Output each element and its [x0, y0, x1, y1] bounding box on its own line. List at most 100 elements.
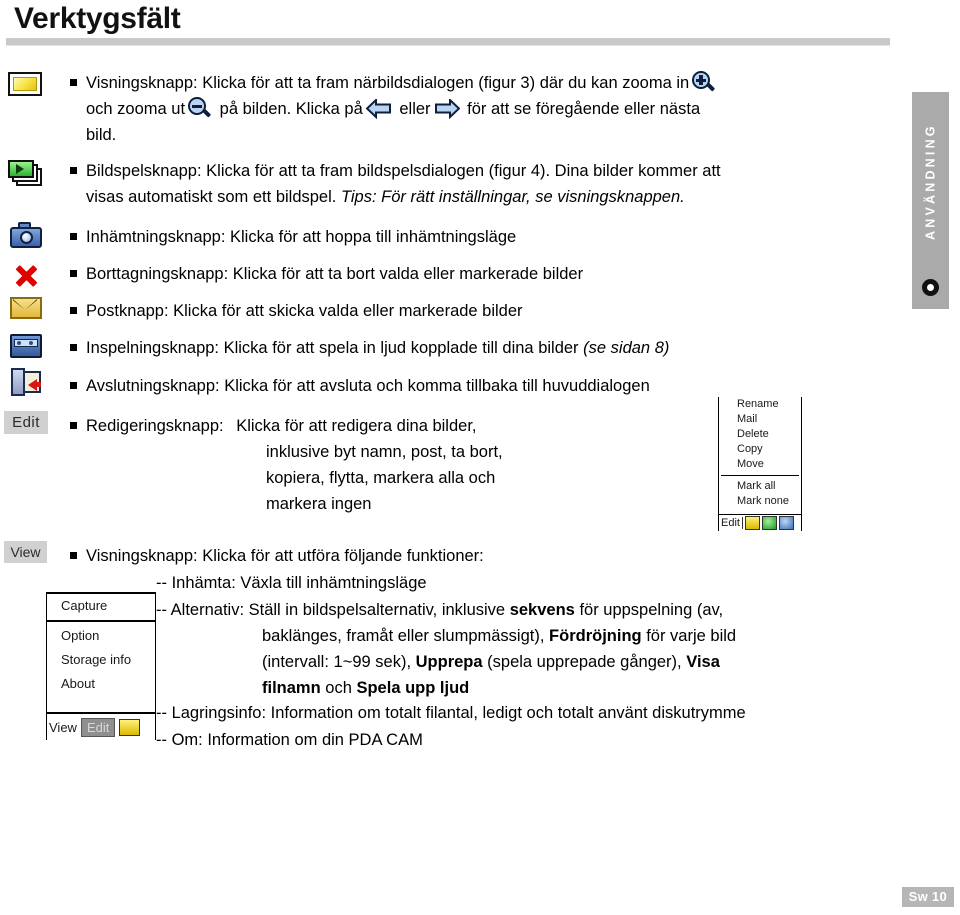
entry-view-menu-option-3b: Upprepa	[415, 653, 483, 671]
view-menu-item-capture[interactable]: Capture	[47, 594, 155, 618]
edit-menu-item-delete[interactable]: Delete	[719, 427, 801, 442]
entry-view-button: Visningsknapp: Klicka för att ta fram nä…	[70, 70, 890, 148]
edit-menu-toolbar: Edit	[719, 514, 801, 531]
camera-button-icon	[10, 222, 42, 248]
entry-view-menu-capture: -- Inhämta: Växla till inhämtningsläge	[156, 570, 946, 596]
entry-exit-button: Avslutningsknapp: Klicka för att avsluta…	[70, 373, 930, 399]
edit-button-icon-label: Edit	[4, 411, 48, 434]
view-context-menu-screenshot: Capture Option Storage info About View E…	[46, 592, 156, 740]
entry-view-menu-option: -- Alternativ: Ställ in bildspelsalterna…	[156, 597, 946, 701]
view-menu-item-storage-info[interactable]: Storage info	[47, 648, 155, 672]
edit-button-icon: Edit	[4, 411, 48, 434]
entry-view-button-text-2c: eller	[399, 100, 431, 118]
section-tab-dot-icon	[922, 279, 939, 296]
record-button-icon	[10, 334, 42, 358]
exit-button-icon	[11, 368, 41, 396]
edit-menu-item-mark-none[interactable]: Mark none	[719, 494, 801, 509]
edit-menu-item-rename[interactable]: Rename	[719, 397, 801, 412]
entry-slideshow-button-lead: Bildspelsknapp:	[86, 162, 202, 180]
entry-mail-button-text: Postknapp: Klicka för att skicka valda e…	[86, 302, 523, 320]
entry-view-button-text-2b: på bilden. Klicka på	[219, 100, 363, 118]
view-menu-item-option[interactable]: Option	[47, 624, 155, 648]
entry-view-button-text-3: bild.	[86, 126, 117, 144]
slideshow-button-icon	[8, 160, 42, 186]
view-menu-button-icon-label: View	[4, 541, 47, 563]
entry-view-menu-option-2c: för varje bild	[646, 627, 737, 645]
entry-view-menu-capture-text: -- Inhämta: Växla till inhämtningsläge	[156, 574, 427, 592]
next-arrow-icon	[434, 99, 460, 119]
edit-menu-item-mark-all[interactable]: Mark all	[719, 479, 801, 494]
entry-view-menu-option-2a: baklänges, framåt eller slumpmässigt),	[262, 627, 545, 645]
edit-menu-item-copy[interactable]: Copy	[719, 442, 801, 457]
entry-view-menu-option-3a: (intervall: 1~99 sek),	[262, 653, 412, 671]
toolbar-view-icon[interactable]	[744, 516, 760, 530]
entry-view-button-text-2a: och zooma ut	[86, 100, 186, 118]
entry-exit-button-text: Avslutningsknapp: Klicka för att avsluta…	[86, 377, 650, 395]
entry-view-menu-option-4c: Spela upp ljud	[356, 679, 470, 697]
entry-view-menu-option-1b: sekvens	[509, 601, 575, 619]
view-menu-toolbar: View Edit	[47, 712, 155, 740]
entry-edit-button-lead: Redigeringsknapp:	[86, 417, 224, 435]
entry-view-menu-option-2b: Fördröjning	[549, 627, 642, 645]
zoom-out-icon	[187, 97, 213, 121]
entry-capture-button-text: Inhämtningsknapp: Klicka för att hoppa t…	[86, 228, 517, 246]
entry-delete-button-text: Borttagningsknapp: Klicka för att ta bor…	[86, 265, 584, 283]
bullet-icon	[70, 270, 77, 277]
entry-slideshow-button-tip: Tips: För rätt inställningar, se visning…	[340, 188, 685, 206]
bullet-icon	[70, 422, 77, 429]
entry-record-button: Inspelningsknapp: Klicka för att spela i…	[70, 335, 930, 361]
entry-view-menu-storage-text: -- Lagringsinfo: Information om totalt f…	[156, 704, 746, 722]
bullet-icon	[70, 552, 77, 559]
mail-button-icon	[10, 297, 42, 319]
entry-edit-button-line-1: Klicka för att redigera dina bilder,	[236, 417, 477, 435]
entry-record-button-page-ref: (se sidan 8)	[583, 339, 670, 357]
entry-mail-button: Postknapp: Klicka för att skicka valda e…	[70, 298, 920, 324]
view-menu-toolbar-view-icon[interactable]	[119, 718, 141, 736]
view-button-icon	[8, 72, 42, 96]
view-menu-toolbar-view-label[interactable]: View	[47, 720, 81, 735]
entry-view-button-text-2d: för att se föregående eller nästa	[467, 100, 701, 118]
entry-view-menu-about-text: -- Om: Information om din PDA CAM	[156, 731, 423, 749]
entry-view-button-lead: Visningsknapp:	[86, 74, 198, 92]
entry-delete-button: Borttagningsknapp: Klicka för att ta bor…	[70, 261, 920, 287]
delete-button-icon	[12, 262, 40, 288]
entry-edit-button-line-4: markera ingen	[266, 495, 372, 513]
entry-view-button-text-1: Klicka för att ta fram närbildsdialogen …	[202, 74, 690, 92]
edit-menu-separator	[721, 475, 799, 476]
entry-edit-button-line-2: inklusive byt namn, post, ta bort,	[266, 443, 503, 461]
bullet-icon	[70, 233, 77, 240]
view-menu-separator	[47, 620, 155, 622]
page-title: Verktygsfält	[14, 2, 181, 35]
entry-edit-button-line-3: kopiera, flytta, markera alla och	[266, 469, 496, 487]
entry-capture-button: Inhämtningsknapp: Klicka för att hoppa t…	[70, 224, 920, 250]
edit-menu-item-mail[interactable]: Mail	[719, 412, 801, 427]
entry-slideshow-button: Bildspelsknapp: Klicka för att ta fram b…	[70, 158, 890, 210]
view-menu-button-icon: View	[4, 541, 47, 563]
entry-view-menu-about: -- Om: Information om din PDA CAM	[156, 727, 956, 753]
entry-view-menu-button: Visningsknapp: Klicka för att utföra föl…	[70, 543, 950, 569]
edit-menu-toolbar-label[interactable]: Edit	[719, 517, 743, 529]
entry-view-menu-option-3d: Visa	[686, 653, 720, 671]
entry-view-menu-option-1a: -- Alternativ: Ställ in bildspelsalterna…	[156, 601, 506, 619]
entry-record-button-text: Inspelningsknapp: Klicka för att spela i…	[86, 339, 579, 357]
entry-slideshow-button-text-1: Klicka för att ta fram bildspelsdialogen…	[206, 162, 721, 180]
bullet-icon	[70, 79, 77, 86]
edit-menu-item-move[interactable]: Move	[719, 457, 801, 472]
bullet-icon	[70, 167, 77, 174]
view-menu-toolbar-edit-label[interactable]: Edit	[80, 717, 116, 737]
entry-view-menu-button-text: Visningsknapp: Klicka för att utföra föl…	[86, 547, 484, 565]
previous-arrow-icon	[365, 99, 392, 119]
entry-view-menu-option-3c: (spela upprepade gånger),	[487, 653, 682, 671]
bullet-icon	[70, 382, 77, 389]
view-menu-item-about[interactable]: About	[47, 672, 155, 696]
footer-page-number: Sw 10	[901, 887, 954, 907]
header-divider	[6, 38, 890, 46]
entry-view-menu-option-4a: filnamn	[262, 679, 321, 697]
entry-slideshow-button-text-2: visas automatiskt som ett bildspel.	[86, 188, 337, 206]
zoom-in-icon	[691, 71, 717, 95]
toolbar-camera-icon[interactable]	[778, 516, 794, 530]
entry-view-menu-storage: -- Lagringsinfo: Information om totalt f…	[156, 700, 956, 726]
entry-view-menu-option-1c: för uppspelning (av,	[579, 601, 724, 619]
bullet-icon	[70, 344, 77, 351]
toolbar-slideshow-icon[interactable]	[761, 516, 777, 530]
